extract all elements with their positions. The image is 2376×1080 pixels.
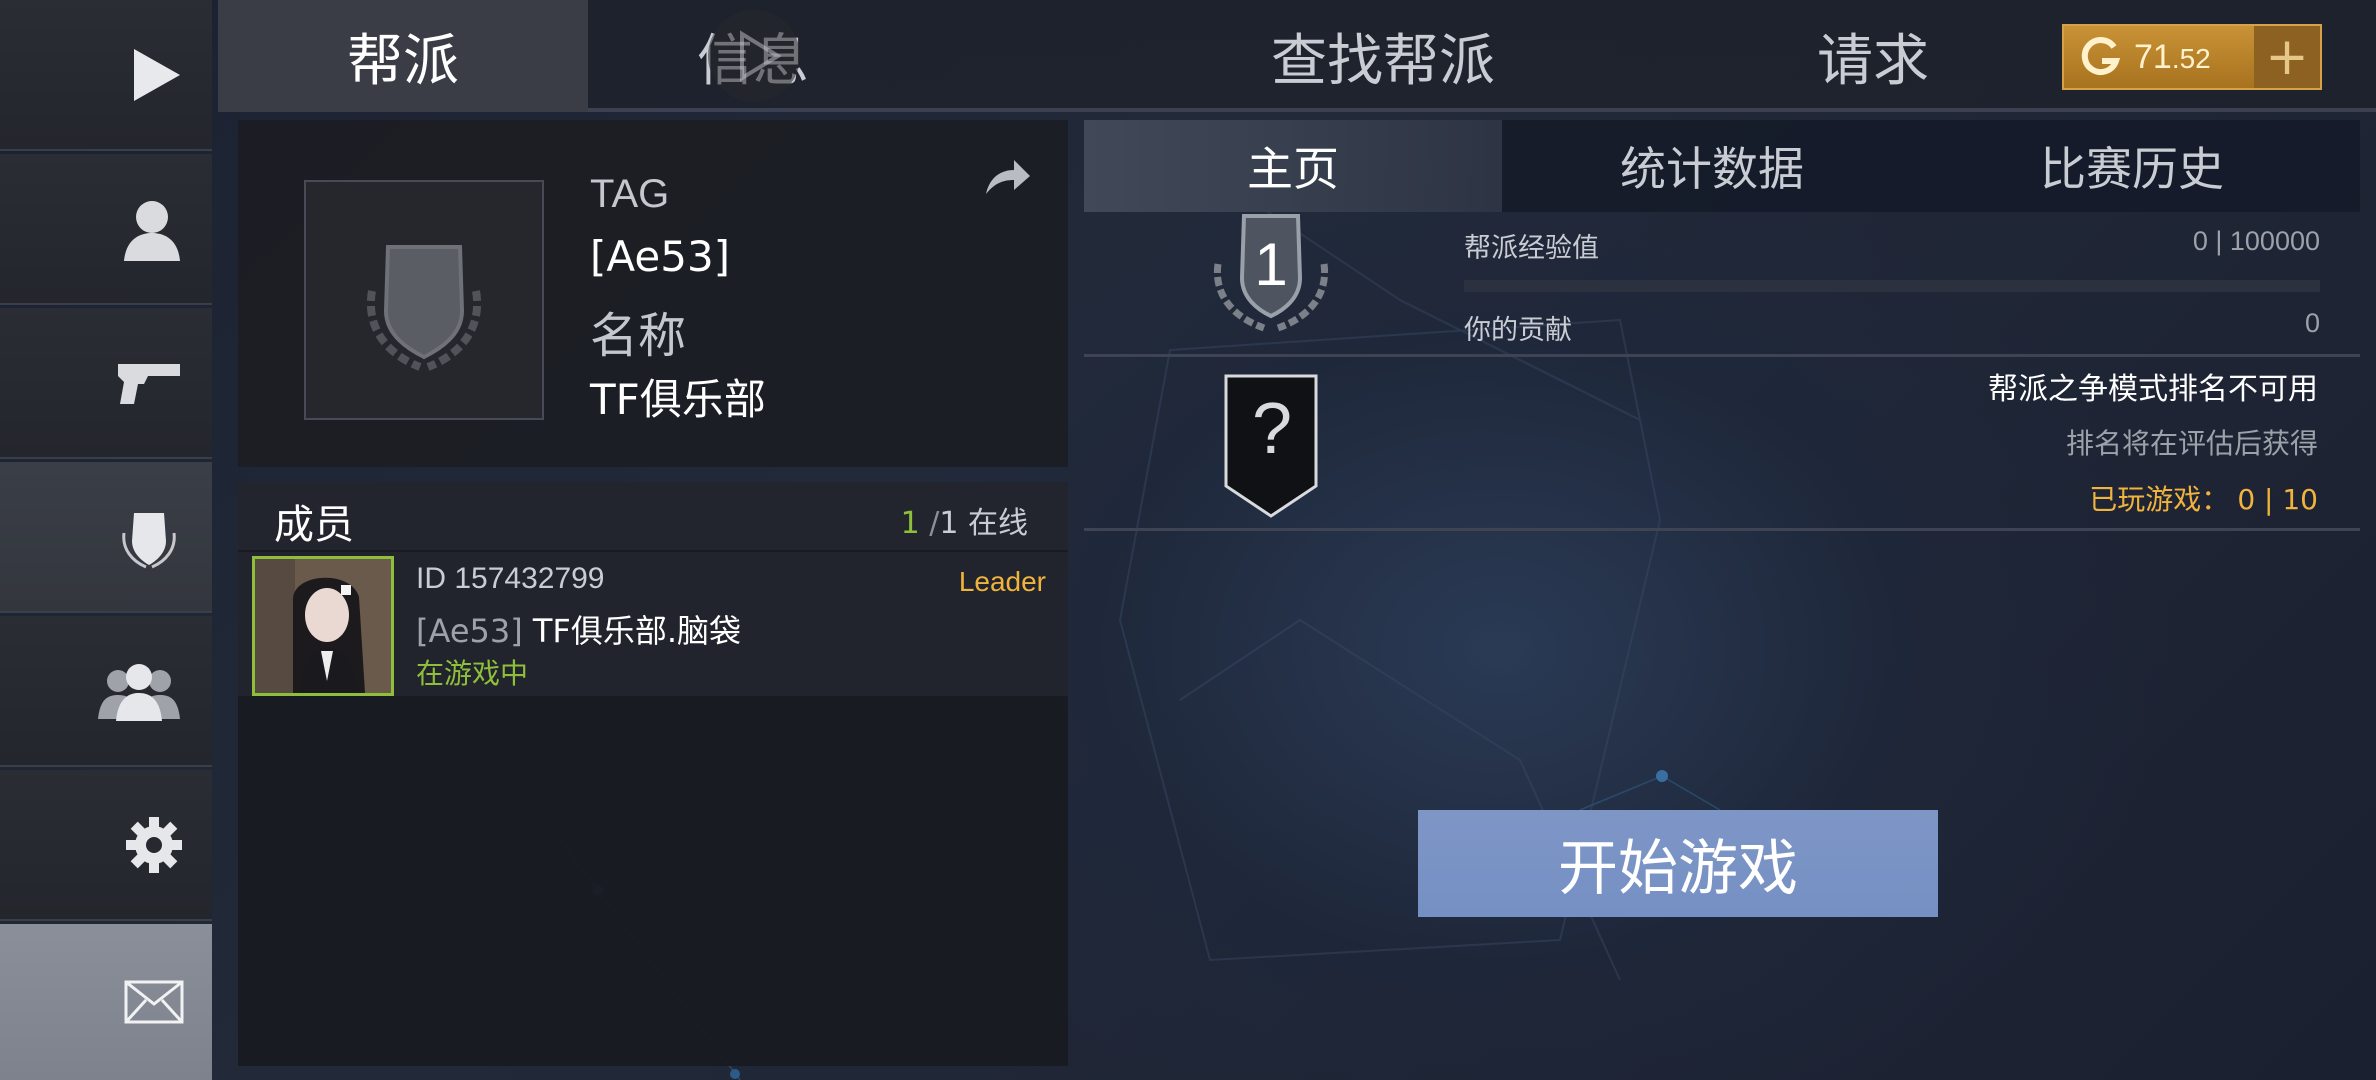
clan-exp-progress-bar: [1464, 280, 2320, 292]
rank-unknown-mark: ?: [1251, 389, 1293, 469]
clan-name-value: TF俱乐部: [590, 375, 766, 424]
member-id: ID 157432799: [416, 562, 605, 595]
play-nav-button[interactable]: [0, 0, 212, 151]
clan-detail-panel: 主页 统计数据 比赛历史 1 帮派经验值 0 | 100000 你的贡献 0 ?…: [1084, 120, 2360, 532]
plus-icon: +: [2265, 27, 2309, 87]
contribution-value: 0: [2304, 308, 2320, 338]
detail-tab-bar: 主页 统计数据 比赛历史: [1084, 120, 2360, 212]
clan-exp-label: 帮派经验值: [1464, 233, 1599, 264]
members-panel: 成员 1 /1 在线 ID 157432799 [Ae53] TF俱乐部.脑袋 …: [238, 482, 1068, 1066]
tab-clan[interactable]: 帮派: [218, 0, 588, 112]
currency-value: 71.52: [2134, 37, 2211, 76]
ranking-note-text: 排名将在评估后获得: [2065, 427, 2318, 460]
panel-divider: [1084, 528, 2360, 531]
member-status: 在游戏中: [416, 657, 529, 690]
ranking-unavailable-text: 帮派之争模式排名不可用: [1988, 372, 2318, 407]
start-game-label: 开始游戏: [1558, 834, 1798, 904]
tab-label: 查找帮派: [1271, 28, 1495, 94]
user-icon: [124, 200, 180, 261]
tab-label: 帮派: [347, 28, 459, 94]
currency-display: 71.52 +: [2062, 24, 2322, 90]
friends-icon: [98, 663, 180, 721]
clan-exp-value: 0 | 100000: [2192, 226, 2320, 256]
clan-tag-value: [Ae53]: [590, 232, 731, 281]
members-title: 成员: [274, 502, 354, 548]
clan-info-card: TAG [Ae53] 名称 TF俱乐部: [238, 120, 1068, 467]
clan-shield-emblem-icon: [366, 245, 482, 371]
member-list-item[interactable]: ID 157432799 [Ae53] TF俱乐部.脑袋 在游戏中 Leader: [238, 552, 1068, 696]
tab-home[interactable]: 主页: [1084, 120, 1502, 212]
top-tab-bar: 帮派 信息 查找帮派 请求: [218, 0, 2376, 112]
gear-icon: [126, 816, 182, 873]
tab-match-history[interactable]: 比赛历史: [1922, 120, 2342, 212]
tab-label: 主页: [1247, 142, 1339, 196]
tab-label: 请求: [1817, 28, 1929, 94]
tab-statistics[interactable]: 统计数据: [1502, 120, 1922, 212]
tab-label: 统计数据: [1620, 142, 1804, 196]
arsenal-nav-button[interactable]: [0, 308, 212, 459]
start-game-button[interactable]: 开始游戏: [1418, 810, 1938, 917]
tab-label: 比赛历史: [2040, 142, 2224, 196]
clan-shield-icon: [122, 512, 176, 568]
clan-name-label: 名称: [590, 308, 687, 364]
panel-divider: [1084, 354, 2360, 357]
clan-level-value: 1: [1254, 231, 1288, 298]
profile-nav-button[interactable]: [0, 154, 212, 305]
play-icon: [134, 48, 180, 101]
member-role-badge: Leader: [958, 566, 1046, 597]
clan-nav-button[interactable]: [0, 462, 212, 613]
gold-coin-icon: [2081, 37, 2121, 76]
members-online-count: 1 /1 在线: [900, 506, 1028, 541]
avatar-photo: [255, 559, 391, 693]
mail-nav-button[interactable]: [0, 924, 212, 1080]
mail-icon: [124, 980, 184, 1024]
member-name: [Ae53] TF俱乐部.脑袋: [416, 612, 742, 650]
play-overlay-icon: [708, 10, 800, 102]
settings-nav-button[interactable]: [0, 770, 212, 921]
member-avatar: [252, 556, 394, 696]
contribution-label: 你的贡献: [1464, 315, 1572, 346]
add-currency-button[interactable]: +: [2254, 26, 2320, 88]
clan-emblem[interactable]: [304, 180, 544, 420]
tab-info[interactable]: 信息: [588, 0, 918, 112]
games-played: 已玩游戏： 0 | 10: [2089, 483, 2318, 516]
share-icon[interactable]: [982, 158, 1032, 198]
left-sidebar: [0, 0, 212, 1080]
members-header: 成员 1 /1 在线: [238, 482, 1068, 550]
clan-tag-label: TAG: [590, 172, 670, 216]
tab-requests[interactable]: 请求: [1728, 0, 2018, 112]
friends-nav-button[interactable]: [0, 616, 212, 767]
pistol-icon: [118, 363, 180, 404]
tab-find-clan[interactable]: 查找帮派: [1178, 0, 1588, 112]
